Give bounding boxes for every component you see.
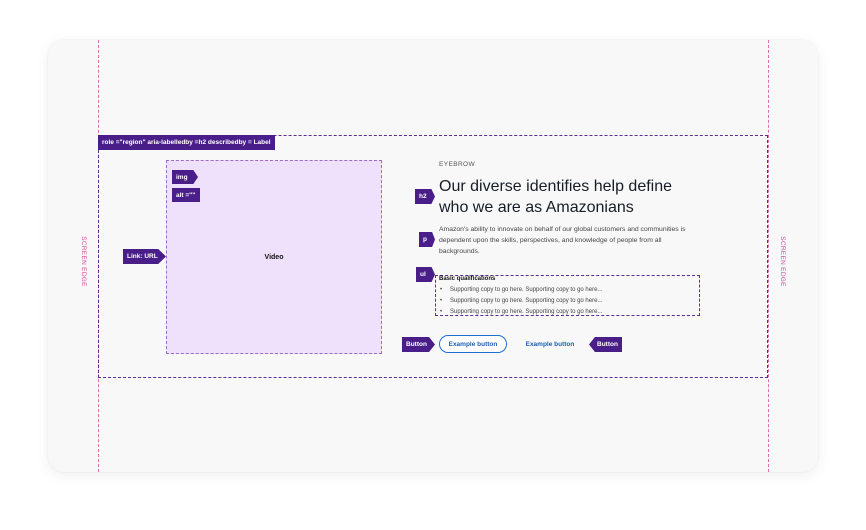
example-button-secondary[interactable]: Example button xyxy=(520,335,580,353)
screen-edge-left-label: SCREEN EDGE xyxy=(79,236,87,287)
screen-edge-right-line xyxy=(768,40,769,472)
description-paragraph: Amazon's ability to innovate on behalf o… xyxy=(439,226,686,255)
ul-annotation-tag: ul xyxy=(416,267,435,282)
list-title: Basic qualifications xyxy=(439,276,496,282)
button-annotation-tag-right: Button xyxy=(589,337,622,352)
video-label: Video xyxy=(264,253,284,261)
button-annotation-tag-left: Button xyxy=(402,337,435,352)
qualifications-list: Supporting copy to go here. Supporting c… xyxy=(440,285,602,318)
img-annotation-tag: img xyxy=(172,170,198,184)
eyebrow-text: EYEBROW xyxy=(439,161,476,168)
screen-edge-right-label: SCREEN EDGE xyxy=(778,236,786,287)
list-item: Supporting copy to go here. Supporting c… xyxy=(440,296,602,307)
region-annotation-tag: role ="region" aria-labelledby =h2 descr… xyxy=(98,135,275,150)
p-annotation-tag: p xyxy=(419,232,435,247)
list-item: Supporting copy to go here. Supporting c… xyxy=(440,285,602,296)
example-button-primary[interactable]: Example button xyxy=(439,335,507,353)
list-item: Supporting copy to go here. Supporting c… xyxy=(440,307,602,318)
link-annotation-tag: Link: URL xyxy=(123,249,166,264)
alt-annotation-tag: alt ="" xyxy=(172,188,200,202)
section-heading: Our diverse identifies help define who w… xyxy=(439,178,673,216)
h2-annotation-tag: h2 xyxy=(415,189,435,204)
